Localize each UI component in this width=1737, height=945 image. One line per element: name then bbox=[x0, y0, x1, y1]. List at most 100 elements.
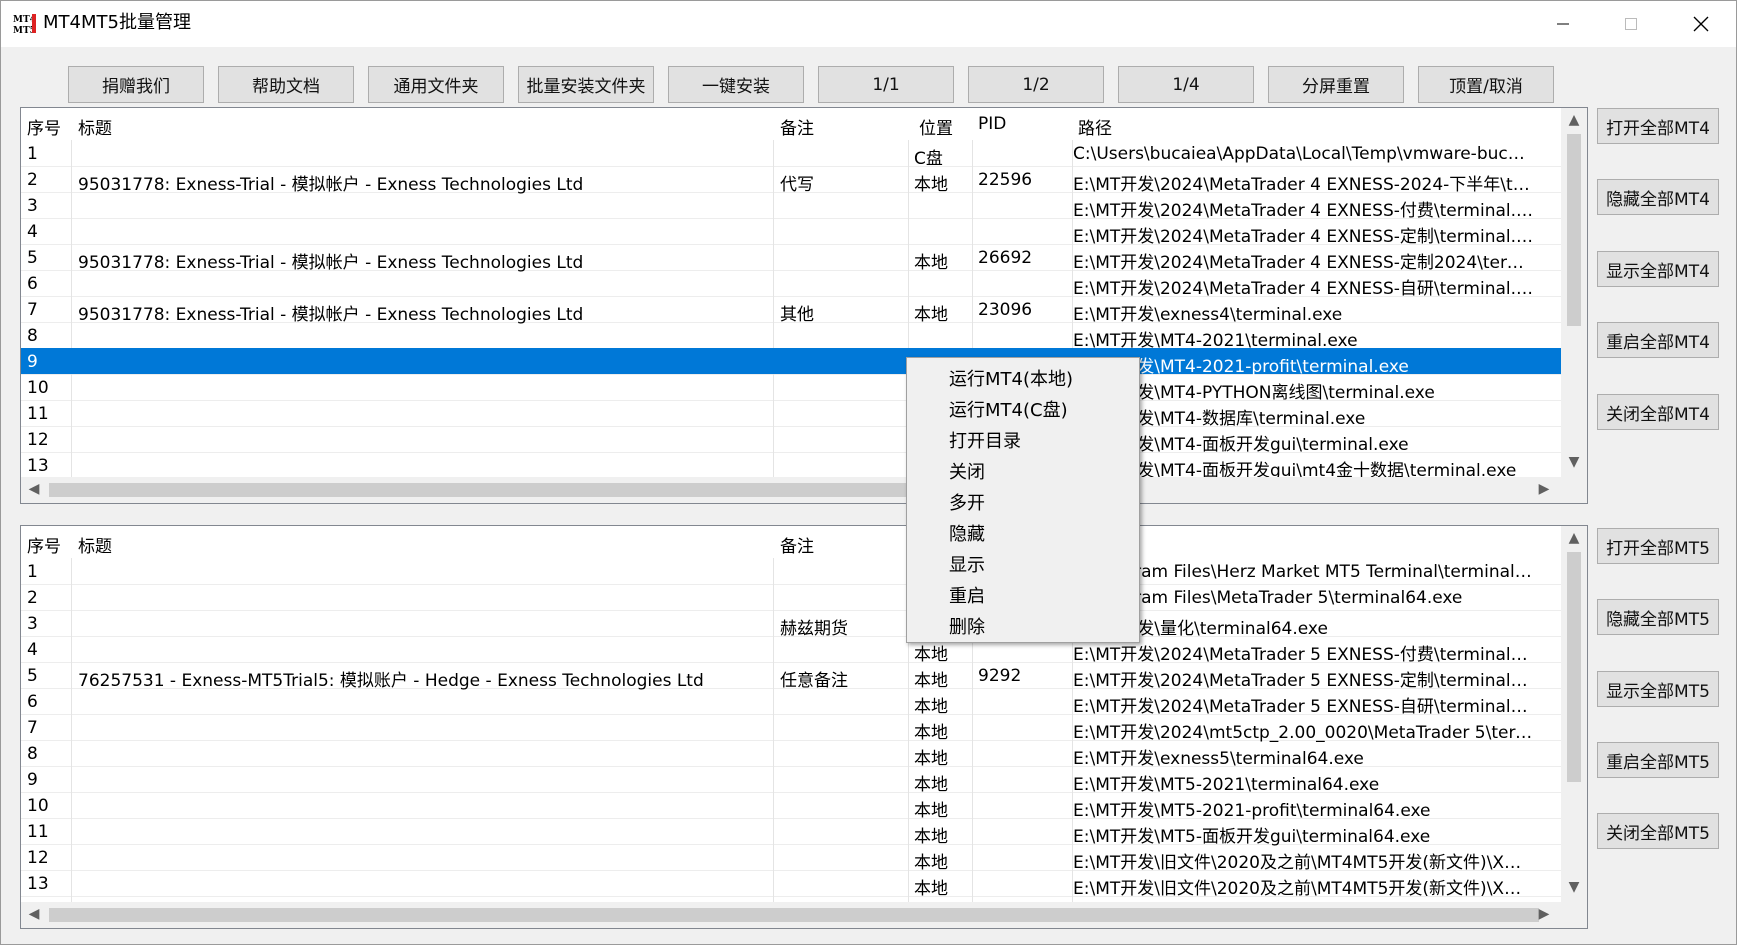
mt5-table-row[interactable]: 9 本地 E:\MT开发\MT5-2021\terminal64.exe bbox=[21, 766, 1561, 795]
col-header-no[interactable]: 序号 bbox=[27, 532, 61, 557]
mt4-vertical-scrollbar[interactable]: ▲ ▼ bbox=[1561, 108, 1587, 479]
mt5-table[interactable]: 序号 标题 备注 1 C:\Program Files\Herz Market M… bbox=[20, 525, 1588, 929]
restart-all-mt4-button[interactable]: 重启全部MT4 bbox=[1597, 322, 1719, 358]
app-logo-icon: MT4 MT5 bbox=[13, 12, 37, 36]
scroll-left-icon[interactable]: ◀ bbox=[21, 481, 47, 497]
scroll-down-icon[interactable]: ▼ bbox=[1561, 454, 1587, 470]
scroll-left-icon[interactable]: ◀ bbox=[21, 906, 47, 922]
donate-button[interactable]: 捐赠我们 bbox=[68, 66, 204, 103]
cell-no: 6 bbox=[27, 692, 38, 712]
mt4-table[interactable]: 序号 标题 备注 位置 PID 路径 1 C盘 C:\Users\bucaiea\A… bbox=[20, 107, 1588, 504]
mt5-table-row[interactable]: 2 C:\Program Files\MetaTrader 5\terminal6… bbox=[21, 584, 1561, 610]
mt5-table-row[interactable]: 4 本地 E:\MT开发\2024\MetaTrader 5 EXNESS-付费\t… bbox=[21, 636, 1561, 665]
mt5-table-row[interactable]: 1 C:\Program Files\Herz Market MT5 Termin… bbox=[21, 558, 1561, 584]
col-header-no[interactable]: 序号 bbox=[27, 114, 61, 139]
menu-item-hide[interactable]: 隐藏 bbox=[949, 520, 985, 546]
mt4-table-row[interactable]: 12 E:\MT开发\MT4-面板开发gui\terminal.exe bbox=[21, 426, 1561, 455]
col-header-path[interactable]: 路径 bbox=[1078, 114, 1112, 139]
scroll-up-icon[interactable]: ▲ bbox=[1561, 112, 1587, 128]
col-header-title[interactable]: 标题 bbox=[78, 532, 112, 557]
mt4-table-row[interactable]: 1 C盘 C:\Users\bucaiea\AppData\Local\Temp\v… bbox=[21, 140, 1561, 169]
mt4-table-header: 序号 标题 备注 位置 PID 路径 bbox=[21, 108, 1561, 140]
mt4-table-row[interactable]: 3 E:\MT开发\2024\MetaTrader 4 EXNESS-付费\ter… bbox=[21, 192, 1561, 221]
hide-all-mt5-button[interactable]: 隐藏全部MT5 bbox=[1597, 599, 1719, 635]
mt5-table-row[interactable]: 13 本地 E:\MT开发\旧文件\2020及之前\MT4MT5开发(新文件)\XM… bbox=[21, 870, 1561, 899]
mt4-table-row[interactable]: 2 95031778: Exness-Trial - 模拟帐户 - Exness … bbox=[21, 166, 1561, 195]
topmost-toggle-button[interactable]: 顶置/取消 bbox=[1418, 66, 1554, 103]
mt5-horizontal-thumb[interactable] bbox=[49, 908, 1539, 922]
close-all-mt4-button[interactable]: 关闭全部MT4 bbox=[1597, 394, 1719, 430]
menu-item-run-local[interactable]: 运行MT4(本地) bbox=[949, 365, 1073, 391]
cell-no: 12 bbox=[27, 430, 49, 450]
open-all-mt4-button[interactable]: 打开全部MT4 bbox=[1597, 108, 1719, 144]
mt5-table-header: 序号 标题 备注 bbox=[21, 526, 1561, 558]
layout-1-1-button[interactable]: 1/1 bbox=[818, 66, 954, 103]
mt5-table-row[interactable]: 5 76257531 - Exness-MT5Trial5: 模拟账户 - Hed… bbox=[21, 662, 1561, 691]
mt5-table-row[interactable]: 10 本地 E:\MT开发\MT5-2021-profit\terminal64.e… bbox=[21, 792, 1561, 821]
cell-path: C:\Program Files\MetaTrader 5\terminal64… bbox=[1073, 588, 1463, 608]
menu-item-restart[interactable]: 重启 bbox=[949, 582, 985, 608]
layout-1-2-button[interactable]: 1/2 bbox=[968, 66, 1104, 103]
split-reset-button[interactable]: 分屏重置 bbox=[1268, 66, 1404, 103]
title-bar[interactable]: MT4 MT5 MT4MT5批量管理 bbox=[1, 1, 1736, 47]
close-all-mt5-button[interactable]: 关闭全部MT5 bbox=[1597, 813, 1719, 849]
menu-item-delete[interactable]: 删除 bbox=[949, 613, 985, 639]
col-header-note[interactable]: 备注 bbox=[780, 532, 814, 557]
mt4-table-row[interactable]: 4 E:\MT开发\2024\MetaTrader 4 EXNESS-定制\ter… bbox=[21, 218, 1561, 247]
col-header-title[interactable]: 标题 bbox=[78, 114, 112, 139]
cell-path: E:\MT开发\旧文件\2020及之前\MT4MT5开发(新文件)\XM ... bbox=[1073, 879, 1535, 899]
mt5-table-row[interactable]: 8 本地 E:\MT开发\exness5\terminal64.exe bbox=[21, 740, 1561, 769]
cell-pid: 23096 bbox=[978, 300, 1033, 320]
menu-item-show[interactable]: 显示 bbox=[949, 551, 985, 577]
mt4-vertical-thumb[interactable] bbox=[1567, 134, 1581, 326]
show-all-mt5-button[interactable]: 显示全部MT5 bbox=[1597, 671, 1719, 707]
mt4-horizontal-scrollbar[interactable]: ◀ ▶ bbox=[21, 477, 1587, 503]
cell-no: 11 bbox=[27, 822, 49, 842]
mt5-table-row[interactable]: 7 本地 E:\MT开发\2024\mt5ctp_2.00_0020\MetaTra… bbox=[21, 714, 1561, 743]
mt4-table-row[interactable]: 10 E:\MT开发\MT4-PYTHON离线图\terminal.exe bbox=[21, 374, 1561, 403]
mt4-table-row[interactable]: 7 95031778: Exness-Trial - 模拟帐户 - Exness … bbox=[21, 296, 1561, 325]
mt5-vertical-scrollbar[interactable]: ▲ ▼ bbox=[1561, 526, 1587, 904]
mt4-table-row[interactable]: 9 E:\MT开发\MT4-2021-profit\terminal.exe bbox=[21, 348, 1561, 377]
restart-all-mt5-button[interactable]: 重启全部MT5 bbox=[1597, 742, 1719, 778]
mt4-table-row[interactable]: 8 E:\MT开发\MT4-2021\terminal.exe bbox=[21, 322, 1561, 351]
mt5-table-row[interactable]: 11 本地 E:\MT开发\MT5-面板开发gui\terminal64.exe bbox=[21, 818, 1561, 847]
scroll-right-icon[interactable]: ▶ bbox=[1531, 481, 1557, 497]
menu-item-close[interactable]: 关闭 bbox=[949, 458, 985, 484]
mt4-table-row[interactable]: 13 E:\MT开发\MT4-面板开发gui\mt4金十数据\terminal.e… bbox=[21, 452, 1561, 481]
cell-no: 2 bbox=[27, 588, 38, 608]
menu-item-run-c-drive[interactable]: 运行MT4(C盘) bbox=[949, 396, 1068, 422]
cell-no: 7 bbox=[27, 300, 38, 320]
maximize-button[interactable] bbox=[1599, 1, 1663, 47]
mt5-vertical-thumb[interactable] bbox=[1567, 552, 1581, 782]
cell-no: 11 bbox=[27, 404, 49, 424]
help-docs-button[interactable]: 帮助文档 bbox=[218, 66, 354, 103]
scroll-down-icon[interactable]: ▼ bbox=[1561, 879, 1587, 895]
scroll-right-icon[interactable]: ▶ bbox=[1531, 906, 1557, 922]
mt5-horizontal-scrollbar[interactable]: ◀ ▶ bbox=[21, 902, 1587, 928]
minimize-button[interactable] bbox=[1531, 1, 1595, 47]
col-header-location[interactable]: 位置 bbox=[919, 114, 953, 139]
close-button[interactable] bbox=[1669, 1, 1733, 47]
menu-item-open-directory[interactable]: 打开目录 bbox=[949, 427, 1021, 453]
show-all-mt4-button[interactable]: 显示全部MT4 bbox=[1597, 251, 1719, 287]
open-all-mt5-button[interactable]: 打开全部MT5 bbox=[1597, 528, 1719, 564]
cell-no: 3 bbox=[27, 614, 38, 634]
menu-item-multi-open[interactable]: 多开 bbox=[949, 489, 985, 515]
mt5-table-row[interactable]: 12 本地 E:\MT开发\旧文件\2020及之前\MT4MT5开发(新文件)\XM… bbox=[21, 844, 1561, 873]
common-folder-button[interactable]: 通用文件夹 bbox=[368, 66, 504, 103]
layout-1-4-button[interactable]: 1/4 bbox=[1118, 66, 1254, 103]
col-header-pid[interactable]: PID bbox=[978, 114, 1006, 134]
cell-no: 9 bbox=[27, 352, 38, 372]
mt5-table-row[interactable]: 3 赫兹期货 E:\MT开发\量化\terminal64.exe bbox=[21, 610, 1561, 639]
hide-all-mt4-button[interactable]: 隐藏全部MT4 bbox=[1597, 179, 1719, 215]
mt4-horizontal-thumb[interactable] bbox=[49, 483, 945, 497]
mt4-table-row[interactable]: 6 E:\MT开发\2024\MetaTrader 4 EXNESS-自研\ter… bbox=[21, 270, 1561, 299]
mt4-table-row[interactable]: 5 95031778: Exness-Trial - 模拟帐户 - Exness … bbox=[21, 244, 1561, 273]
mt4-table-row[interactable]: 11 E:\MT开发\MT4-数据库\terminal.exe bbox=[21, 400, 1561, 429]
batch-install-folder-button[interactable]: 批量安装文件夹 bbox=[518, 66, 654, 103]
scroll-up-icon[interactable]: ▲ bbox=[1561, 530, 1587, 546]
col-header-note[interactable]: 备注 bbox=[780, 114, 814, 139]
mt5-table-row[interactable]: 6 本地 E:\MT开发\2024\MetaTrader 5 EXNESS-自研\t… bbox=[21, 688, 1561, 717]
one-click-install-button[interactable]: 一键安装 bbox=[668, 66, 804, 103]
